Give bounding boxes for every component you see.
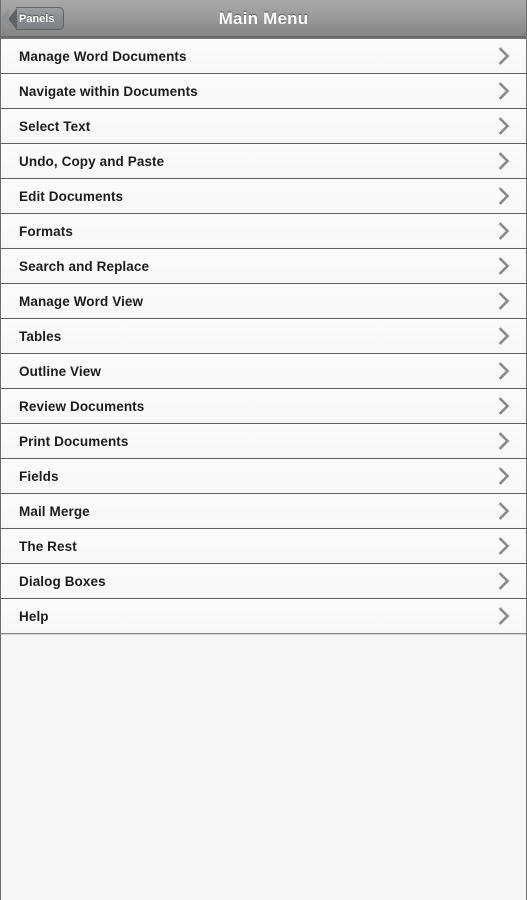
menu-row-label: Undo, Copy and Paste (19, 153, 165, 169)
chevron-right-icon (496, 255, 512, 277)
menu-row[interactable]: Outline View (1, 354, 526, 389)
menu-row-label: Dialog Boxes (19, 573, 106, 589)
menu-row-label: Mail Merge (19, 503, 90, 519)
chevron-left-icon (1, 7, 17, 30)
menu-row[interactable]: Formats (1, 214, 526, 249)
menu-row-label: Help (19, 608, 49, 624)
menu-row-label: Tables (19, 328, 62, 344)
chevron-right-icon (496, 45, 512, 67)
chevron-right-icon (496, 360, 512, 382)
menu-row-label: Manage Word View (19, 293, 144, 309)
chevron-right-icon (496, 500, 512, 522)
menu-row[interactable]: Tables (1, 319, 526, 354)
chevron-right-icon (496, 150, 512, 172)
menu-row[interactable]: Fields (1, 459, 526, 494)
page-title: Main Menu (218, 9, 309, 28)
menu-row-label: Select Text (19, 118, 91, 134)
chevron-right-icon (496, 290, 512, 312)
menu-row[interactable]: Select Text (1, 109, 526, 144)
menu-row-label: Formats (19, 223, 73, 239)
menu-row-label: Review Documents (19, 398, 145, 414)
app-root: Panels Main Menu Manage Word Documents Na… (0, 0, 527, 900)
chevron-right-icon (496, 220, 512, 242)
menu-row[interactable]: Edit Documents (1, 179, 526, 214)
menu-row[interactable]: Search and Replace (1, 249, 526, 284)
menu-row[interactable]: Manage Word Documents (1, 39, 526, 74)
chevron-right-icon (496, 570, 512, 592)
menu-row[interactable]: Help (1, 599, 526, 634)
menu-row[interactable]: Print Documents (1, 424, 526, 459)
menu-row-label: Outline View (19, 363, 101, 379)
menu-row[interactable]: Review Documents (1, 389, 526, 424)
menu-row[interactable]: Mail Merge (1, 494, 526, 529)
back-button-panels[interactable]: Panels (1, 7, 65, 30)
chevron-right-icon (496, 80, 512, 102)
menu-row-label: The Rest (19, 538, 77, 554)
menu-row[interactable]: The Rest (1, 529, 526, 564)
menu-row[interactable]: Undo, Copy and Paste (1, 144, 526, 179)
menu-row-label: Search and Replace (19, 258, 150, 274)
menu-row-label: Print Documents (19, 433, 129, 449)
chevron-right-icon (496, 395, 512, 417)
chevron-right-icon (496, 535, 512, 557)
navigation-bar: Panels Main Menu (1, 0, 526, 38)
menu-row-label: Manage Word Documents (19, 48, 187, 64)
chevron-right-icon (496, 115, 512, 137)
chevron-right-icon (496, 605, 512, 627)
menu-row-label: Fields (19, 468, 59, 484)
chevron-right-icon (496, 325, 512, 347)
menu-row-label: Edit Documents (19, 188, 124, 204)
chevron-right-icon (496, 465, 512, 487)
back-button-label: Panels (16, 7, 65, 30)
menu-row[interactable]: Dialog Boxes (1, 564, 526, 599)
menu-row-label: Navigate within Documents (19, 83, 198, 99)
chevron-right-icon (496, 185, 512, 207)
menu-row[interactable]: Navigate within Documents (1, 74, 526, 109)
chevron-right-icon (496, 430, 512, 452)
main-menu-list: Manage Word Documents Navigate within Doc… (1, 38, 526, 634)
menu-row[interactable]: Manage Word View (1, 284, 526, 319)
